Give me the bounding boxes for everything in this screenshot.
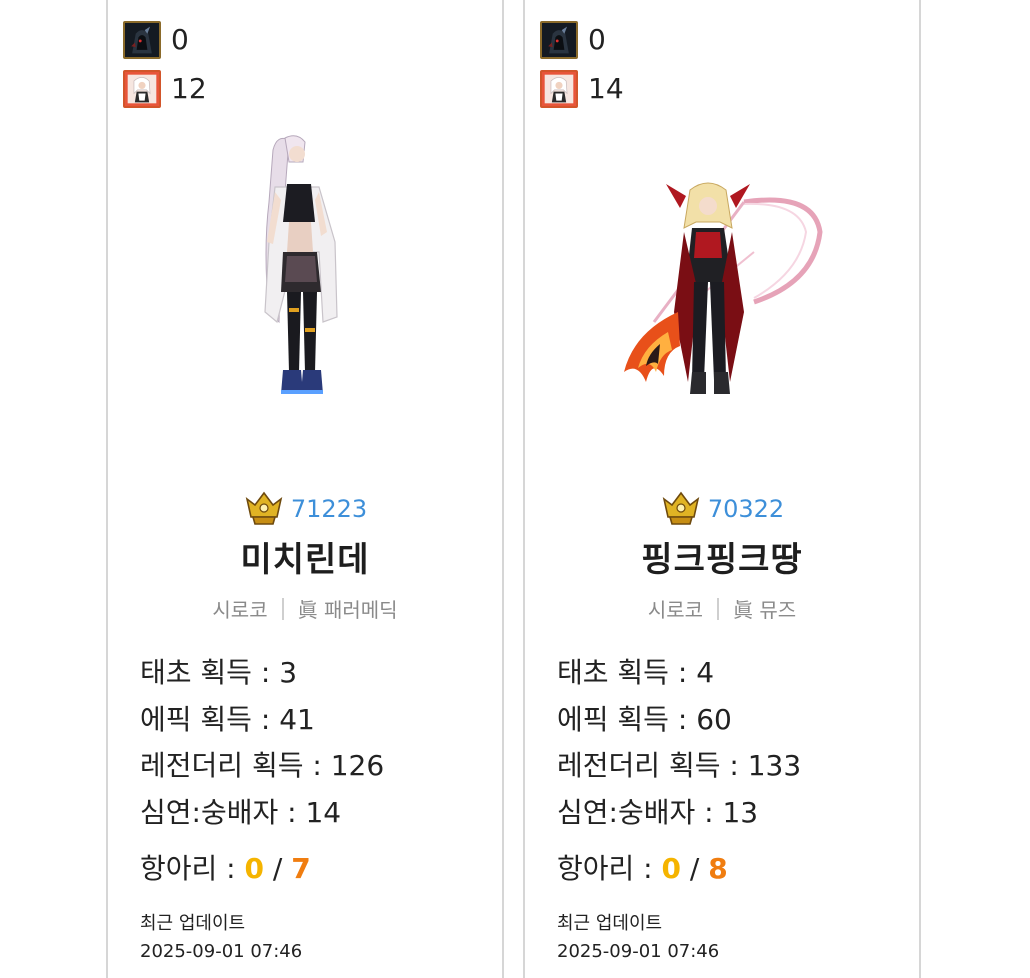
updated-label: 최근 업데이트 xyxy=(557,913,663,934)
white-haired-fighter-sprite xyxy=(264,135,338,394)
character-avatar xyxy=(594,132,854,432)
updated-time: 2025-09-01 07:46 xyxy=(557,941,720,962)
stat-abyss: 심연:숭배자 : 13 xyxy=(557,795,759,829)
hangari-separator: / xyxy=(681,852,709,886)
dark-hood-icon xyxy=(123,21,161,59)
character-meta: 시로코 眞 뮤즈 xyxy=(525,594,919,623)
stat-taecho: 태초 획득 : 4 xyxy=(557,656,715,689)
dark-item-count: 0 xyxy=(588,23,606,56)
meta-divider xyxy=(717,597,720,620)
stat-hangari: 항아리 : 0 / 7 xyxy=(140,852,311,886)
last-updated: 최근 업데이트 2025-09-01 07:46 xyxy=(557,910,719,966)
character-avatar xyxy=(177,132,437,432)
fame-crest-icon xyxy=(245,491,283,525)
acquisition-stats: 태초 획득 : 3 에픽 획득 : 41 레전더리 획득 : 126 심연:숭배… xyxy=(140,650,384,893)
character-card-list: 0 12 71223 미치린데 시로코 眞 패러메딕 태초 획득: 3 에픽 … xyxy=(0,0,1030,978)
character-meta: 시로코 眞 패러메딕 xyxy=(108,594,502,623)
character-card[interactable]: 0 12 71223 미치린데 시로코 眞 패러메딕 태초 획득: 3 에픽 … xyxy=(106,0,504,978)
hangari-separator: / xyxy=(264,852,292,886)
fame-value: 70322 xyxy=(707,495,785,523)
fame-value: 71223 xyxy=(290,495,368,523)
stat-legendary: 레전더리 획득 : 126 xyxy=(140,749,385,783)
stat-abyss: 심연:숭배자 : 14 xyxy=(140,795,342,829)
white-hair-portrait-icon xyxy=(540,70,578,108)
fame-score: 70322 xyxy=(525,489,919,529)
job-name: 眞 패러메딕 xyxy=(297,598,398,622)
updated-time: 2025-09-01 07:46 xyxy=(140,941,303,962)
white-hair-portrait-icon xyxy=(123,70,161,108)
updated-label: 최근 업데이트 xyxy=(140,913,246,934)
fame-score: 71223 xyxy=(108,489,502,529)
last-updated: 최근 업데이트 2025-09-01 07:46 xyxy=(140,910,302,966)
fame-crest-icon xyxy=(662,491,700,525)
character-card[interactable]: 0 14 70322 핑크핑크땅 시로코 眞 뮤즈 태초 획득: 4 에픽 획… xyxy=(523,0,921,978)
portrait-item-counter: 12 xyxy=(123,68,207,110)
hangari-done: 0 xyxy=(661,852,681,886)
hangari-total: 8 xyxy=(708,852,728,886)
server-name: 시로코 xyxy=(212,598,268,622)
stat-taecho: 태초 획득 : 3 xyxy=(140,656,298,689)
portrait-item-count: 12 xyxy=(171,72,207,105)
stat-hangari: 항아리 : 0 / 8 xyxy=(557,852,728,886)
stat-epic: 에픽 획득 : 41 xyxy=(140,702,315,736)
dark-item-counter: 0 xyxy=(123,19,189,61)
job-name: 眞 뮤즈 xyxy=(733,598,797,622)
character-name[interactable]: 미치린데 xyxy=(108,532,502,581)
stat-epic: 에픽 획득 : 60 xyxy=(557,702,732,736)
hangari-done: 0 xyxy=(244,852,264,886)
portrait-item-counter: 14 xyxy=(540,68,624,110)
portrait-item-count: 14 xyxy=(588,72,624,105)
hangari-total: 7 xyxy=(291,852,311,886)
dark-item-counter: 0 xyxy=(540,19,606,61)
blonde-archer-sprite xyxy=(624,182,823,394)
character-name[interactable]: 핑크핑크땅 xyxy=(525,532,919,581)
dark-hood-icon xyxy=(540,21,578,59)
dark-item-count: 0 xyxy=(171,23,189,56)
server-name: 시로코 xyxy=(647,598,704,622)
acquisition-stats: 태초 획득 : 4 에픽 획득 : 60 레전더리 획득 : 133 심연:숭배… xyxy=(557,650,801,893)
meta-divider xyxy=(281,597,284,620)
stat-legendary: 레전더리 획득 : 133 xyxy=(557,749,802,783)
